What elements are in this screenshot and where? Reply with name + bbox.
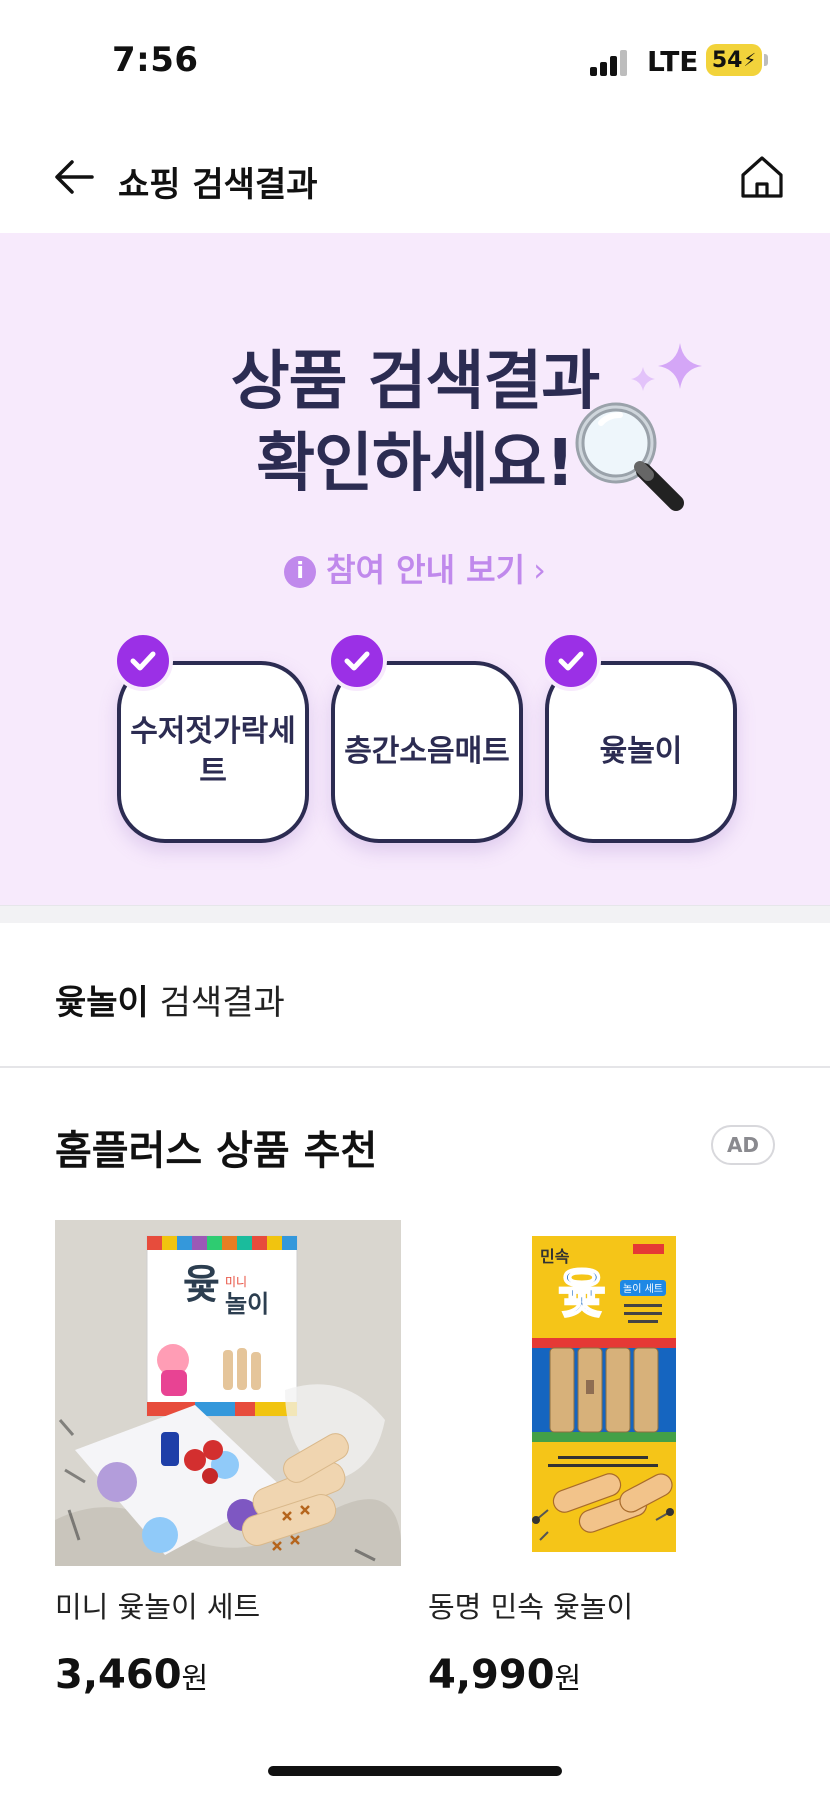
sparkle-icon	[631, 343, 702, 391]
svg-text:미니: 미니	[225, 1275, 247, 1289]
home-icon	[741, 156, 783, 198]
participation-guide-link[interactable]: i 참여 안내 보기 ›	[0, 545, 830, 591]
info-icon: i	[284, 556, 317, 588]
keyword-label: 수저젓가락세트	[130, 714, 296, 789]
home-indicator[interactable]	[268, 1766, 562, 1776]
keyword-label: 윷놀이	[599, 734, 683, 769]
page-title: 쇼핑 검색결과	[118, 165, 318, 205]
search-result-heading: 윷놀이 검색결과	[55, 975, 285, 1024]
product-image[interactable]: 민속 윷 놀이 세트	[428, 1220, 774, 1566]
keyword-label: 층간소음매트	[344, 734, 510, 769]
price-value: 3,460	[55, 1652, 182, 1698]
home-button[interactable]	[738, 153, 786, 201]
svg-text:놀이 세트: 놀이 세트	[623, 1283, 663, 1295]
recommend-title: 홈플러스 상품 추천	[55, 1128, 378, 1174]
svg-text:민속: 민속	[540, 1247, 570, 1266]
check-icon	[113, 631, 173, 691]
search-result-suffix: 검색결과	[148, 983, 285, 1023]
guide-link-label: 참여 안내 보기	[326, 551, 526, 589]
promo-banner: 상품 검색결과 확인하세요! i 참여 안내 보기 › 수저젓가락세트 층간소음매트…	[0, 233, 830, 905]
battery-tip	[764, 54, 768, 66]
check-icon	[327, 631, 387, 691]
app-header: 쇼핑 검색결과	[0, 135, 830, 215]
arrow-left-icon	[55, 160, 94, 194]
search-query: 윷놀이	[55, 983, 149, 1023]
product-price: 3,460원	[55, 1652, 401, 1698]
product-card-1[interactable]: 윷 미니 놀이 미니 윷놀이 세트 3,460원	[55, 1220, 401, 1698]
keyword-cards: 수저젓가락세트 층간소음매트 윷놀이	[0, 631, 830, 881]
network-label: LTE	[647, 45, 699, 78]
check-icon	[541, 631, 601, 691]
signal-icon	[590, 48, 632, 76]
magnifier-icon	[575, 402, 684, 511]
svg-text:윷: 윷	[558, 1265, 606, 1325]
battery-icon: 54 ⚡	[706, 44, 762, 76]
product-card-2[interactable]: 민속 윷 놀이 세트 동명 민속 윷놀이 4,990원	[428, 1220, 774, 1698]
price-value: 4,990	[428, 1652, 555, 1698]
product-name[interactable]: 미니 윷놀이 세트	[55, 1584, 401, 1626]
ad-badge[interactable]: AD	[711, 1125, 775, 1165]
promo-title-line1: 상품 검색결과	[230, 345, 601, 419]
status-bar: 7:56 LTE 54 ⚡	[0, 0, 830, 110]
price-unit: 원	[181, 1661, 209, 1695]
price-unit: 원	[554, 1661, 582, 1695]
battery-level: 54	[711, 47, 743, 73]
yut-set-image: 윷 미니 놀이	[55, 1220, 401, 1566]
yut-logo-text: 윷	[183, 1262, 220, 1308]
svg-text:놀이: 놀이	[225, 1290, 269, 1318]
product-price: 4,990원	[428, 1652, 774, 1698]
product-image[interactable]: 윷 미니 놀이	[55, 1220, 401, 1566]
section-divider	[0, 905, 830, 923]
status-time: 7:56	[112, 40, 199, 80]
promo-title-line2: 확인하세요!	[256, 427, 575, 501]
product-name[interactable]: 동명 민속 윷놀이	[428, 1584, 774, 1626]
yut-box-image: 민속 윷 놀이 세트	[428, 1220, 774, 1566]
back-button[interactable]	[52, 155, 96, 199]
promo-title: 상품 검색결과 확인하세요!	[0, 341, 830, 505]
chevron-right-icon: ›	[533, 551, 546, 589]
divider-line	[0, 1066, 830, 1068]
